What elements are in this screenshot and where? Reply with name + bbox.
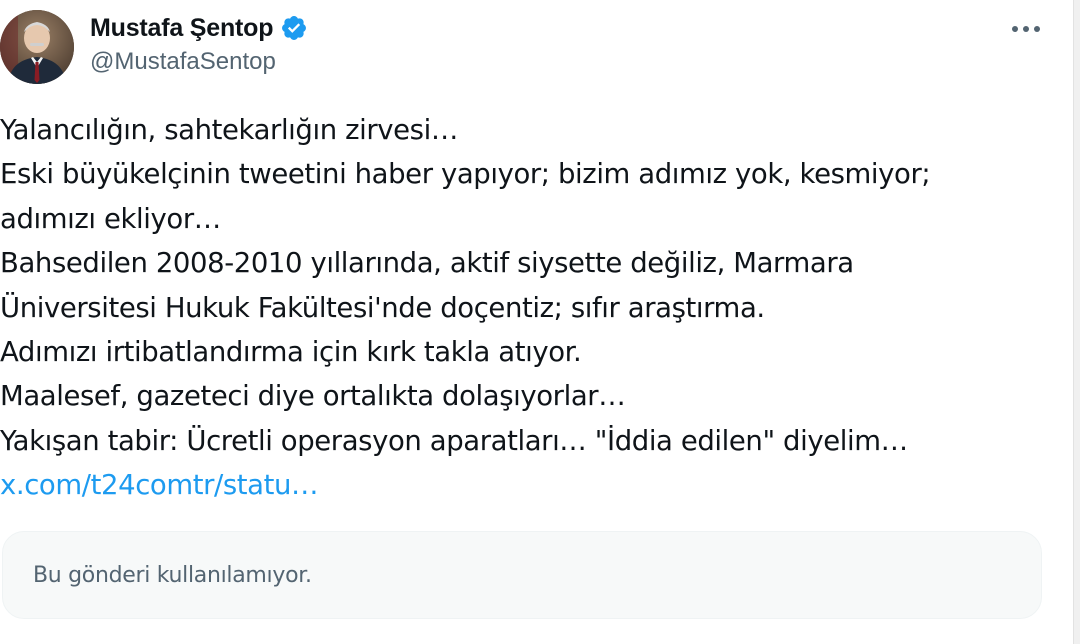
tweet-text-line: Adımızı irtibatlandırma için kırk takla … <box>0 335 582 368</box>
tweet-link[interactable]: x.com/t24comtr/statu… <box>0 463 1040 507</box>
author-name[interactable]: Mustafa Şentop <box>90 14 274 43</box>
avatar-photo <box>0 10 74 84</box>
unavailable-message: Bu gönderi kullanılamıyor. <box>33 562 312 588</box>
tweet-text-line: Bahsedilen 2008-2010 yıllarında, aktif s… <box>0 247 854 280</box>
tweet-text-line: adımızı ekliyor… <box>0 202 221 235</box>
author-name-row[interactable]: Mustafa Şentop <box>90 12 308 44</box>
tweet-text-line: Yalancılığın, sahtekarlığın zirvesi… <box>0 114 458 146</box>
verified-badge-icon[interactable] <box>280 14 308 42</box>
tweet: Mustafa Şentop @MustafaSentop Yalancılığ… <box>0 0 1080 644</box>
author-avatar[interactable] <box>0 10 74 84</box>
quoted-post-unavailable-card: Bu gönderi kullanılamıyor. <box>2 531 1042 619</box>
tweet-text-line: Üniversitesi Hukuk Fakültesi'nde doçenti… <box>0 291 765 324</box>
more-options-button[interactable] <box>1004 14 1048 44</box>
tweet-text-line: Yakışan tabir: Ücretli operasyon aparatl… <box>0 424 908 457</box>
tweet-text: Yalancılığın, sahtekarlığın zirvesi… Esk… <box>0 108 1040 508</box>
tweet-text-line: Eski büyükelçinin tweetini haber yapıyor… <box>0 158 931 191</box>
more-horizontal-icon <box>1012 26 1040 32</box>
scrollbar-track[interactable] <box>1073 0 1080 644</box>
tweet-text-line: Maalesef, gazeteci diye ortalıkta dolaşı… <box>0 380 626 413</box>
author-handle[interactable]: @MustafaSentop <box>90 48 276 76</box>
